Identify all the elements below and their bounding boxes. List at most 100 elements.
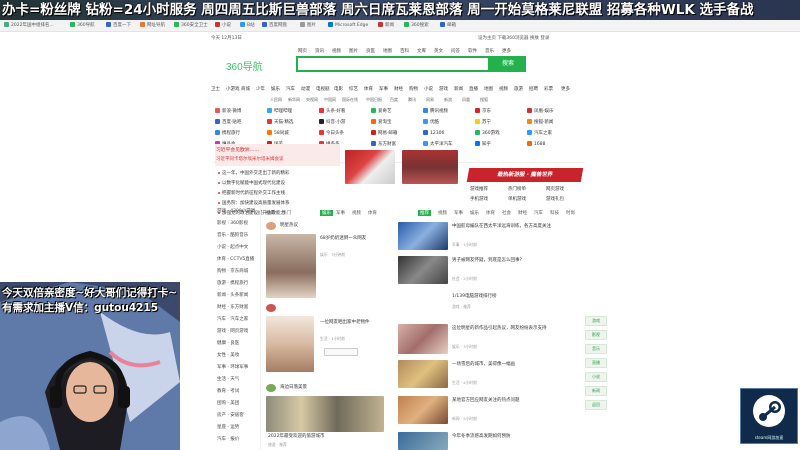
left-menu-item[interactable]: 女性 · 美妆	[217, 352, 239, 358]
bookmark[interactable]: 360安全卫士	[174, 20, 208, 32]
search-tab[interactable]: 软件	[468, 48, 477, 54]
feed-photo[interactable]	[266, 396, 384, 432]
nav-item[interactable]: 小说	[424, 86, 433, 92]
site-link[interactable]: 太平洋汽车	[423, 141, 453, 147]
nav-item[interactable]: 军事	[379, 86, 388, 92]
side-button[interactable]: 小说	[585, 372, 607, 382]
feed-photo[interactable]	[398, 396, 448, 424]
site-link[interactable]: 京东	[475, 108, 491, 114]
left-menu-item[interactable]: 新闻 · 头条新闻	[217, 292, 248, 298]
left-menu-item[interactable]: 教育 · 考试	[217, 388, 239, 394]
bookmark[interactable]: 百度一下	[106, 20, 131, 32]
site-link[interactable]: 优酷	[423, 119, 439, 125]
feed-tab[interactable]: 热门	[282, 210, 291, 216]
feed-tab[interactable]: 财经	[518, 210, 527, 216]
feed-tab[interactable]: 科技	[550, 210, 559, 216]
download-link[interactable]: 下载360浏览器	[497, 36, 528, 41]
site-link[interactable]: 抖音·小游	[319, 119, 345, 125]
feed-tab[interactable]: 汽车	[534, 210, 543, 216]
feed-photo[interactable]	[398, 432, 448, 450]
side-button[interactable]: 直播	[585, 358, 607, 368]
headline-link[interactable]: 习近平同卡塔尔埃米尔塔米姆会谈	[216, 156, 284, 162]
news-photo-1[interactable]	[345, 150, 395, 184]
search-tab[interactable]: 网页	[298, 48, 307, 54]
site-link[interactable]: 汽车之家	[527, 130, 552, 136]
bookmark[interactable]: 百度网盘	[262, 20, 287, 32]
nav-item[interactable]: 电影	[334, 86, 343, 92]
search-tab[interactable]: 英文	[434, 48, 443, 54]
headline-link[interactable]: 以数字化赋能中国式现代化建设	[218, 180, 285, 186]
left-menu-item[interactable]: 房产 · 安居客	[217, 412, 244, 418]
feed-tab[interactable]: 军事	[454, 210, 463, 216]
nav-item[interactable]: 财经	[394, 86, 403, 92]
feed-tab[interactable]: 社会	[502, 210, 511, 216]
feed-tab[interactable]: 视频	[352, 210, 361, 216]
feed-photo[interactable]	[398, 324, 448, 354]
steam-widget[interactable]: steam网游加速	[740, 388, 798, 444]
site-link[interactable]: 网易·邮箱	[371, 130, 397, 136]
search-tab[interactable]: 视频	[332, 48, 341, 54]
left-menu-item[interactable]: 旅游 · 携程旅行	[217, 280, 248, 286]
headline-link[interactable]: 这一年，中国外交走出了新的精彩	[218, 170, 290, 176]
bookmark[interactable]: B站	[240, 20, 255, 32]
bookmark[interactable]: 邮箱	[440, 20, 456, 32]
feed-photo[interactable]	[398, 360, 448, 388]
left-menu-item[interactable]: 汽车 · 汽车之家	[217, 316, 248, 322]
back-to-top-button[interactable]: 返回	[585, 400, 607, 410]
set-homepage-link[interactable]: 设为主页	[478, 36, 496, 41]
site-link[interactable]: 新浪·微博	[215, 108, 241, 114]
news-photo-2[interactable]	[402, 150, 458, 184]
nav-item[interactable]: 视频	[499, 86, 508, 92]
nav-item[interactable]: 商城	[241, 86, 250, 92]
nav-item[interactable]: 直播	[469, 86, 478, 92]
nav-item[interactable]: 娱乐	[271, 86, 280, 92]
site-link[interactable]: 爱淘宝	[371, 119, 392, 125]
search-tab[interactable]: 音乐	[485, 48, 494, 54]
bookmark[interactable]: Microsoft Edge	[328, 20, 368, 32]
search-tab[interactable]: 资讯	[315, 48, 324, 54]
left-menu-item[interactable]: 生活 · 天气	[217, 376, 239, 382]
left-menu-item[interactable]: 音乐 · 酷狗音乐	[217, 232, 248, 238]
site-link[interactable]: 苏宁	[475, 119, 491, 125]
site-link[interactable]: 携程旅行	[215, 130, 240, 136]
side-button[interactable]: 新闻	[585, 386, 607, 396]
nav-item[interactable]: 地图	[484, 86, 493, 92]
site-link[interactable]: 哔哩哔哩	[267, 108, 292, 114]
left-menu-item[interactable]: 健康 · 良医	[217, 340, 239, 346]
site-link[interactable]: 爱奇艺	[371, 108, 392, 114]
site-link[interactable]: 天猫·精选	[267, 119, 293, 125]
nav-item[interactable]: 购物	[409, 86, 418, 92]
site-logo[interactable]: 360导航	[226, 58, 263, 73]
site-link[interactable]: 知乎	[475, 141, 491, 147]
left-menu-item[interactable]: 影视 · 360影视	[217, 220, 248, 226]
site-link[interactable]: 12306	[423, 130, 444, 136]
nav-item[interactable]: 卫士	[211, 86, 220, 92]
bookmark[interactable]: 小说	[215, 20, 231, 32]
search-tab[interactable]: 更多	[502, 48, 511, 54]
left-menu-item[interactable]: 团购 · 美团	[217, 400, 239, 406]
left-menu-item[interactable]: 军事 · 环球军事	[217, 364, 248, 370]
site-link[interactable]: 58同城	[267, 130, 289, 136]
main-headline[interactable]: 习近平会见欧洲……	[216, 146, 259, 153]
site-link[interactable]: 搜狐·新闻	[527, 119, 553, 125]
nav-item[interactable]: 汽车	[286, 86, 295, 92]
side-button[interactable]: 游戏	[585, 316, 607, 326]
search-input[interactable]	[296, 56, 490, 72]
left-menu-item[interactable]: 汽车 · 报价	[217, 436, 239, 442]
bookmark[interactable]: 图片	[300, 20, 316, 32]
feed-tab-active[interactable]: 娱乐	[320, 210, 333, 216]
skin-link[interactable]: 换肤	[530, 36, 539, 41]
site-link[interactable]: 头条·好看	[319, 108, 345, 114]
feed-photo[interactable]	[398, 222, 448, 250]
nav-item[interactable]: 彩票	[544, 86, 553, 92]
nav-item[interactable]: 更多	[561, 86, 570, 92]
nav-item[interactable]: 旅游	[514, 86, 523, 92]
nav-item[interactable]: 小游戏	[226, 86, 240, 92]
left-menu-item[interactable]: 购物 · 京东商城	[217, 268, 248, 274]
search-tab[interactable]: 图片	[349, 48, 358, 54]
left-menu-item[interactable]: 财经 · 东方财富	[217, 304, 248, 310]
left-menu-item[interactable]: 体育 · CCTV5直播	[217, 256, 254, 262]
search-tab[interactable]: 良医	[366, 48, 375, 54]
nav-item[interactable]: 少年	[256, 86, 265, 92]
feed-photo[interactable]	[398, 256, 448, 284]
